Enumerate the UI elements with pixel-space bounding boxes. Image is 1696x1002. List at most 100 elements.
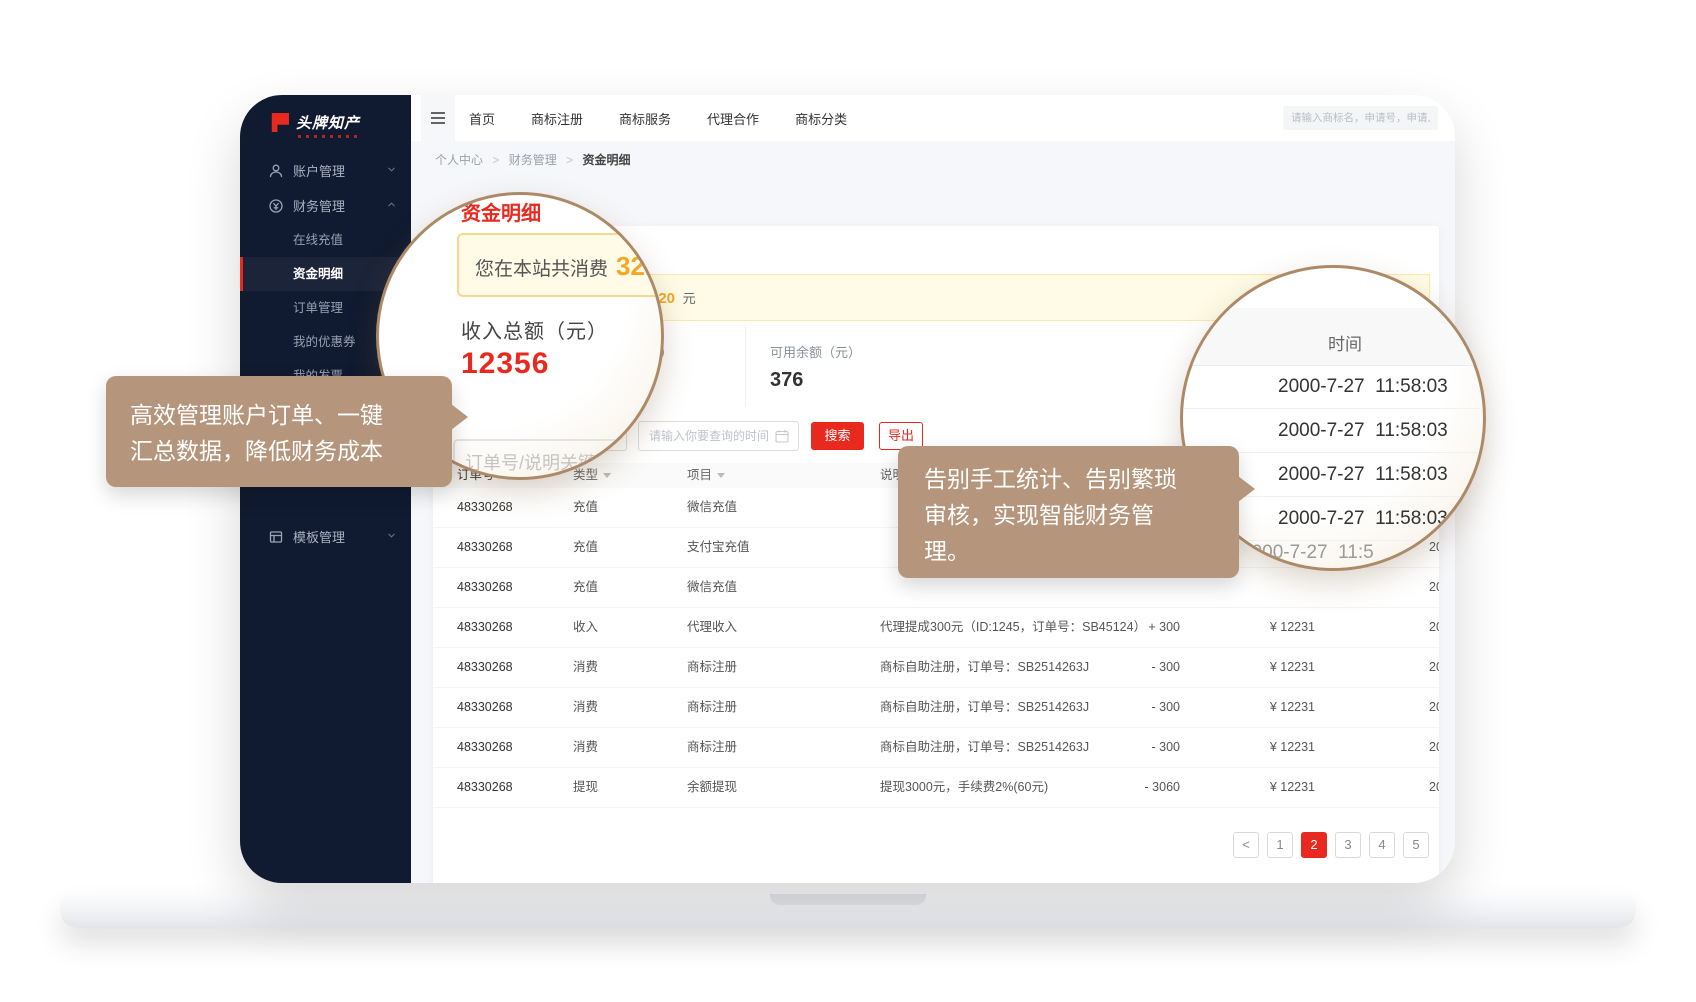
pagination-page-button[interactable]: 5: [1403, 832, 1429, 858]
user-icon: [268, 163, 284, 179]
magnified-keyword-input: 订单号/说明关键词: [453, 439, 664, 480]
cell-order-no: 48330268: [457, 568, 567, 607]
logo[interactable]: 头牌知产: [268, 112, 360, 133]
header-project[interactable]: 项目: [687, 463, 837, 488]
cell-time: 2000-7-27 11:58:03: [1429, 568, 1439, 607]
nav-item-trademark-category[interactable]: 商标分类: [795, 109, 847, 128]
finance-icon: [268, 198, 284, 214]
logo-tagline: [298, 135, 362, 138]
breadcrumb-item[interactable]: 财务管理: [509, 153, 557, 167]
cell-type: 消费: [573, 728, 663, 767]
magnified-time-cell: 2000-7-27 11:58:03: [1183, 365, 1483, 409]
template-icon: [268, 529, 284, 545]
cell-balance: ¥ 12231: [1188, 728, 1315, 767]
table-row: 48330268 消费 商标注册 商标自助注册，订单号：SB2514263J -…: [433, 648, 1439, 688]
pagination-page-button-active[interactable]: 2: [1301, 832, 1327, 858]
cell-amount: + 300: [1053, 608, 1180, 647]
breadcrumb-current: 资金明细: [582, 153, 630, 167]
pagination: < 1 2 3 4 5: [1233, 832, 1429, 858]
cell-type: 充值: [573, 488, 663, 527]
chevron-up-icon: [386, 199, 397, 210]
sidebar: 头牌知产 账户管理 财务管理 在: [240, 95, 411, 883]
sidebar-item-label: 财务管理: [293, 196, 345, 215]
breadcrumb-separator: >: [566, 153, 573, 167]
cell-type: 消费: [573, 648, 663, 687]
top-navbar: 首页 商标注册 商标服务 代理合作 商标分类: [411, 95, 1455, 142]
cell-time: 2000-7-27 11:58:03: [1429, 728, 1439, 767]
callout-right: 告别手工统计、告别繁琐 审核，实现智能财务管 理。: [898, 446, 1239, 578]
cell-project: 商标注册: [687, 728, 837, 767]
cell-type: 充值: [573, 528, 663, 567]
pagination-page-button[interactable]: 3: [1335, 832, 1361, 858]
chevron-down-icon: [386, 164, 397, 175]
nav-item-agency[interactable]: 代理合作: [707, 109, 759, 128]
magnified-header-label: 时间: [1328, 330, 1362, 355]
cell-balance: ¥ 12231: [1188, 608, 1315, 647]
cell-order-no: 48330268: [457, 608, 567, 647]
chevron-down-icon: [386, 530, 397, 541]
cell-type: 充值: [573, 568, 663, 607]
magnified-time-header: 时间: [1183, 308, 1483, 366]
breadcrumb-separator: >: [492, 153, 499, 167]
callout-line: 高效管理账户订单、一键: [130, 397, 428, 433]
logo-icon: [268, 113, 289, 132]
calendar-icon: [775, 429, 789, 443]
nav-item-trademark-service[interactable]: 商标服务: [619, 109, 671, 128]
cell-project: 余额提现: [687, 768, 837, 807]
callout-left: 高效管理账户订单、一键 汇总数据，降低财务成本: [106, 376, 452, 487]
cell-time: 2000-7-27 11:58:03: [1429, 648, 1439, 687]
cell-project: 微信充值: [687, 488, 837, 527]
table-row: 48330268 提现 余额提现 提现3000元，手续费2%(60元) - 30…: [433, 768, 1439, 808]
cell-order-no: 48330268: [457, 728, 567, 767]
cell-time: 2000-7-27 11:58:03: [1429, 688, 1439, 727]
magnified-banner-amount: 32124: [616, 251, 664, 281]
cell-project: 支付宝充值: [687, 528, 837, 567]
magnified-tab-fragment: 资金明细: [461, 197, 541, 226]
nav-menu: 首页 商标注册 商标服务 代理合作 商标分类: [469, 95, 847, 141]
trademark-search-input[interactable]: [1283, 106, 1438, 130]
sort-caret-icon: [717, 473, 725, 478]
magnified-banner-prefix: 您在本站共消费: [475, 259, 608, 280]
cell-type: 收入: [573, 608, 663, 647]
cell-project: 商标注册: [687, 688, 837, 727]
cell-balance: ¥ 12231: [1188, 648, 1315, 687]
cell-balance: ¥ 12231: [1188, 768, 1315, 807]
cell-amount: - 300: [1053, 688, 1180, 727]
sidebar-item-finance[interactable]: 财务管理: [240, 188, 411, 223]
logo-text: 头牌知产: [296, 112, 360, 133]
magnified-stat-value: 12356: [461, 347, 549, 381]
menu-toggle-button[interactable]: [421, 95, 455, 141]
laptop-base-notch: [770, 894, 926, 905]
magnified-time-partial: 2000-7-27 11:5: [1241, 542, 1374, 564]
hamburger-icon: [430, 111, 446, 125]
magnified-banner: 您在本站共消费 32124: [457, 233, 664, 297]
nav-item-trademark-register[interactable]: 商标注册: [531, 109, 583, 128]
callout-line: 理。: [924, 533, 1213, 569]
pagination-prev-button[interactable]: <: [1233, 832, 1259, 858]
callout-line: 审核，实现智能财务管: [924, 497, 1213, 533]
magnified-stat-label: 收入总额（元）: [461, 315, 608, 344]
breadcrumb: 个人中心 > 财务管理 > 资金明细: [435, 151, 630, 168]
sidebar-item-account[interactable]: 账户管理: [240, 153, 411, 188]
cell-amount: - 300: [1053, 648, 1180, 687]
pagination-page-button[interactable]: 4: [1369, 832, 1395, 858]
sidebar-item-online-recharge[interactable]: 在线充值: [240, 223, 411, 257]
breadcrumb-item[interactable]: 个人中心: [435, 153, 483, 167]
cell-order-no: 48330268: [457, 768, 567, 807]
callout-line: 汇总数据，降低财务成本: [130, 433, 428, 469]
callout-arrow-icon: [1238, 476, 1255, 502]
nav-item-home[interactable]: 首页: [469, 109, 495, 128]
cell-project: 微信充值: [687, 568, 837, 607]
banner-unit: 元: [683, 291, 696, 306]
pagination-page-button[interactable]: 1: [1267, 832, 1293, 858]
search-button[interactable]: 搜索: [811, 422, 864, 450]
magnified-input-placeholder: 订单号/说明关键词: [465, 453, 614, 473]
cell-project: 商标注册: [687, 648, 837, 687]
cell-time: 2000-7-27 11:58:03: [1429, 608, 1439, 647]
cell-amount: - 3060: [1053, 768, 1180, 807]
cell-time: 2000-7-27 11:58:03: [1429, 768, 1439, 807]
cell-balance: ¥ 12231: [1188, 688, 1315, 727]
cell-order-no: 48330268: [457, 648, 567, 687]
cell-type: 消费: [573, 688, 663, 727]
sidebar-item-template[interactable]: 模板管理: [240, 519, 411, 554]
